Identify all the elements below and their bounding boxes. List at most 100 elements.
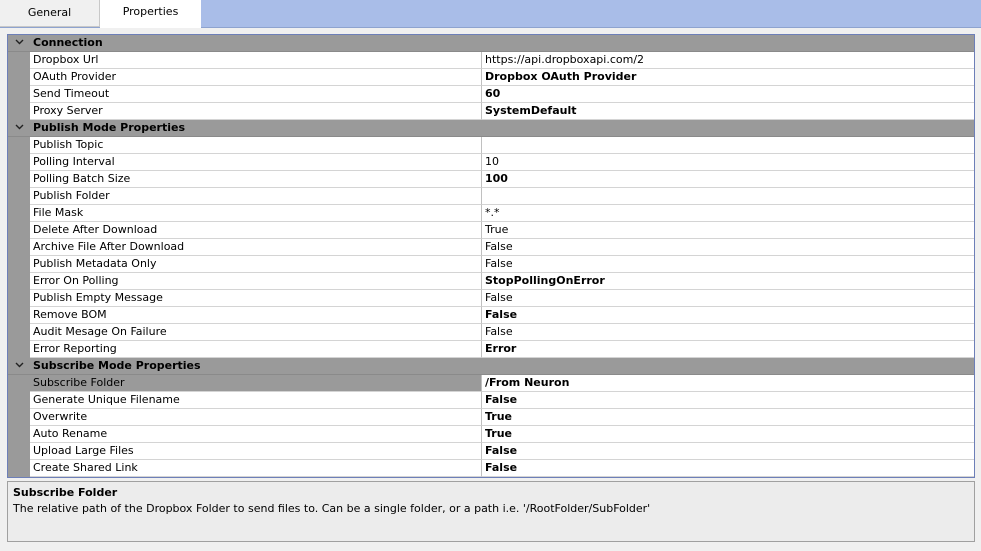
row-gutter <box>8 273 30 290</box>
property-name[interactable]: Generate Unique Filename <box>30 392 482 409</box>
property-value[interactable]: False <box>482 239 974 256</box>
property-row[interactable]: Error Reporting Error <box>8 341 974 358</box>
category-label: Subscribe Mode Properties <box>33 359 201 372</box>
row-gutter <box>8 239 30 256</box>
property-name[interactable]: Error On Polling <box>30 273 482 290</box>
property-name[interactable]: Publish Empty Message <box>30 290 482 307</box>
property-value[interactable]: True <box>482 222 974 239</box>
row-gutter <box>8 256 30 273</box>
chevron-down-icon[interactable] <box>8 120 30 137</box>
category-label: Publish Mode Properties <box>33 121 186 134</box>
row-gutter <box>8 86 30 103</box>
property-row[interactable]: Delete After Download True <box>8 222 974 239</box>
property-value[interactable]: SystemDefault <box>482 103 974 120</box>
property-value[interactable]: StopPollingOnError <box>482 273 974 290</box>
property-name[interactable]: Polling Interval <box>30 154 482 171</box>
property-value[interactable]: False <box>482 460 974 477</box>
property-name[interactable]: Create Shared Link <box>30 460 482 477</box>
property-name[interactable]: Proxy Server <box>30 103 482 120</box>
property-row[interactable]: Upload Large Files False <box>8 443 974 460</box>
tab-properties[interactable]: Properties <box>100 0 201 28</box>
property-value[interactable]: *.* <box>482 205 974 222</box>
property-value[interactable]: https://api.dropboxapi.com/2 <box>482 52 974 69</box>
category-header[interactable]: Connection <box>8 35 974 52</box>
property-row[interactable]: OAuth Provider Dropbox OAuth Provider <box>8 69 974 86</box>
row-gutter <box>8 205 30 222</box>
property-name[interactable]: Upload Large Files <box>30 443 482 460</box>
category-header[interactable]: Publish Mode Properties <box>8 120 974 137</box>
property-row[interactable]: Polling Interval 10 <box>8 154 974 171</box>
row-gutter <box>8 52 30 69</box>
property-name[interactable]: Publish Folder <box>30 188 482 205</box>
property-name[interactable]: Error Reporting <box>30 341 482 358</box>
property-row[interactable]: Publish Metadata Only False <box>8 256 974 273</box>
row-gutter <box>8 290 30 307</box>
property-name[interactable]: Overwrite <box>30 409 482 426</box>
property-row[interactable]: Subscribe Folder/From Neuron <box>8 375 974 392</box>
property-name[interactable]: Subscribe Folder <box>30 375 482 392</box>
row-gutter <box>8 307 30 324</box>
property-value[interactable]: False <box>482 392 974 409</box>
property-value[interactable]: Error <box>482 341 974 358</box>
property-name[interactable]: Dropbox Url <box>30 52 482 69</box>
tab-general[interactable]: General <box>0 0 100 27</box>
property-name[interactable]: Auto Rename <box>30 426 482 443</box>
property-name[interactable]: Remove BOM <box>30 307 482 324</box>
description-panel: Subscribe Folder The relative path of th… <box>7 481 975 542</box>
property-value[interactable]: False <box>482 443 974 460</box>
property-row[interactable]: Create Shared Link False <box>8 460 974 477</box>
property-row[interactable]: Proxy Server SystemDefault <box>8 103 974 120</box>
property-value[interactable]: False <box>482 307 974 324</box>
property-value[interactable]: True <box>482 409 974 426</box>
property-row[interactable]: Remove BOM False <box>8 307 974 324</box>
row-gutter <box>8 171 30 188</box>
property-row[interactable]: File Mask *.* <box>8 205 974 222</box>
property-name[interactable]: Publish Metadata Only <box>30 256 482 273</box>
row-gutter <box>8 460 30 477</box>
category-label: Connection <box>33 36 103 49</box>
property-value[interactable]: True <box>482 426 974 443</box>
property-value[interactable]: 100 <box>482 171 974 188</box>
property-name[interactable]: File Mask <box>30 205 482 222</box>
property-value[interactable] <box>482 188 974 205</box>
property-row[interactable]: Publish Empty Message False <box>8 290 974 307</box>
property-name[interactable]: Polling Batch Size <box>30 171 482 188</box>
property-row[interactable]: Polling Batch Size 100 <box>8 171 974 188</box>
property-row[interactable]: Overwrite True <box>8 409 974 426</box>
row-gutter <box>8 375 30 392</box>
property-value[interactable]: Dropbox OAuth Provider <box>482 69 974 86</box>
property-value[interactable]: 60 <box>482 86 974 103</box>
row-gutter <box>8 324 30 341</box>
description-text: The relative path of the Dropbox Folder … <box>13 502 651 515</box>
property-row[interactable]: Publish Folder <box>8 188 974 205</box>
chevron-down-icon[interactable] <box>8 35 30 52</box>
property-row[interactable]: Archive File After Download False <box>8 239 974 256</box>
property-value[interactable]: False <box>482 290 974 307</box>
property-name[interactable]: Publish Topic <box>30 137 482 154</box>
row-gutter <box>8 69 30 86</box>
chevron-down-icon[interactable] <box>8 358 30 375</box>
property-value[interactable]: False <box>482 256 974 273</box>
property-value[interactable] <box>482 137 974 154</box>
category-header[interactable]: Subscribe Mode Properties <box>8 358 974 375</box>
row-gutter <box>8 392 30 409</box>
property-row[interactable]: Generate Unique Filename False <box>8 392 974 409</box>
property-grid: Connection Dropbox Url https://api.dropbox… <box>7 34 975 478</box>
property-value[interactable]: 10 <box>482 154 974 171</box>
property-value[interactable]: False <box>482 324 974 341</box>
property-value[interactable]: /From Neuron <box>482 375 974 392</box>
property-row[interactable]: Auto Rename True <box>8 426 974 443</box>
property-row[interactable]: Error On Polling StopPollingOnError <box>8 273 974 290</box>
property-row[interactable]: Dropbox Url https://api.dropboxapi.com/2 <box>8 52 974 69</box>
row-gutter <box>8 137 30 154</box>
property-name[interactable]: Delete After Download <box>30 222 482 239</box>
property-row[interactable]: Audit Mesage On Failure False <box>8 324 974 341</box>
row-gutter <box>8 188 30 205</box>
property-name[interactable]: Archive File After Download <box>30 239 482 256</box>
property-row[interactable]: Publish Topic <box>8 137 974 154</box>
property-name[interactable]: Send Timeout <box>30 86 482 103</box>
row-gutter <box>8 443 30 460</box>
property-row[interactable]: Send Timeout 60 <box>8 86 974 103</box>
property-name[interactable]: OAuth Provider <box>30 69 482 86</box>
property-name[interactable]: Audit Mesage On Failure <box>30 324 482 341</box>
